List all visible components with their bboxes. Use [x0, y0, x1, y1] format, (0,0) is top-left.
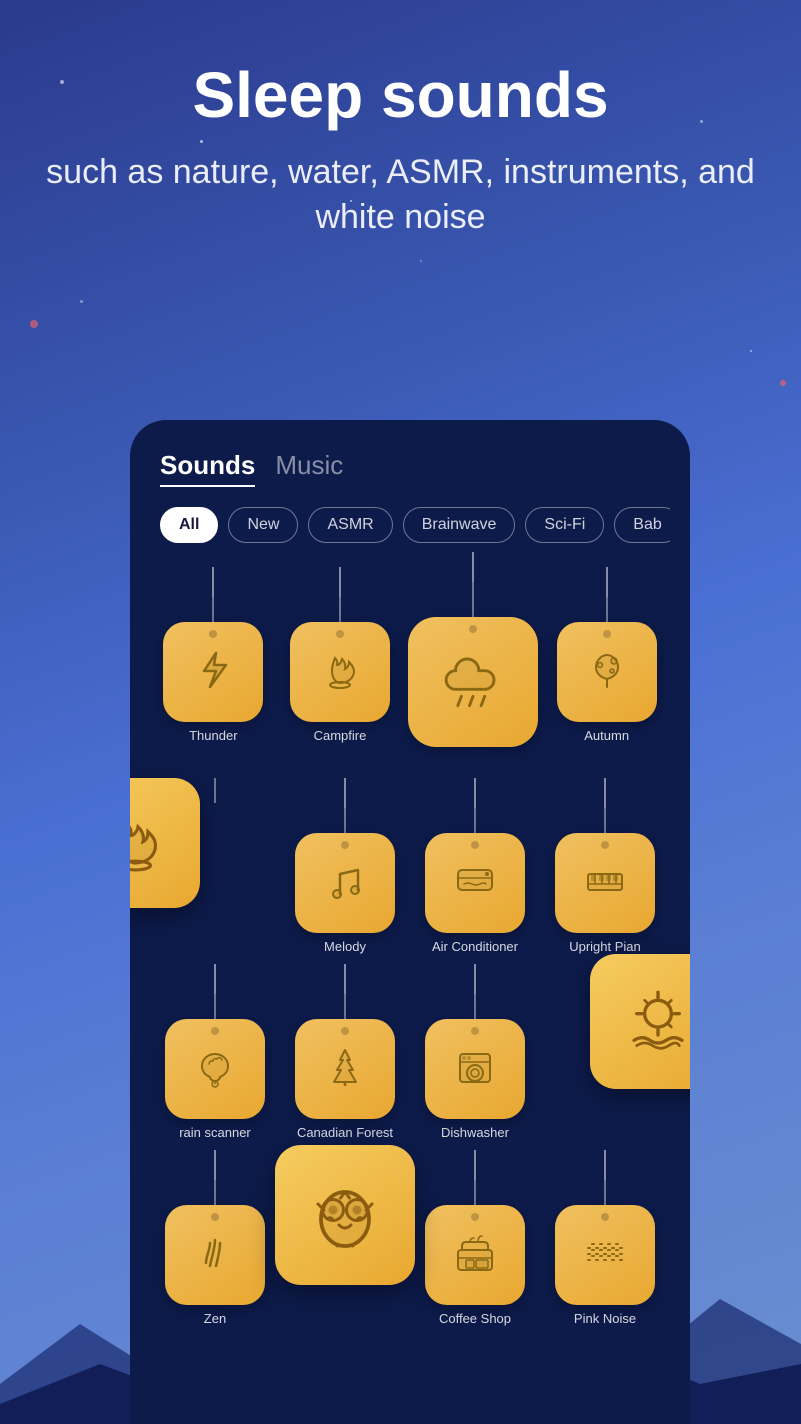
sound-pinknoise[interactable]: Pink Noise [545, 1150, 665, 1326]
sound-tile-airconditioner [425, 833, 525, 933]
sound-label-autumn: Autumn [584, 728, 629, 743]
coffeeshop-icon [450, 1228, 500, 1283]
sound-uprightpiano[interactable]: Upright Pian [545, 778, 665, 954]
sound-label-forest: Canadian Forest [297, 1125, 393, 1140]
sound-melody[interactable]: Melody [285, 778, 405, 954]
tab-music[interactable]: Music [275, 450, 343, 487]
sound-tile-piano [555, 833, 655, 933]
sound-label-melody: Melody [324, 939, 366, 954]
sound-airconditioner[interactable]: Air Conditioner [415, 778, 535, 954]
sound-label-brainscanner: rain scanner [179, 1125, 251, 1140]
sound-label-dishwasher: Dishwasher [441, 1125, 509, 1140]
sound-label-piano: Upright Pian [569, 939, 641, 954]
melody-icon [320, 856, 370, 911]
sound-autumn[interactable]: Autumn [548, 567, 665, 768]
sound-label-thunder: Thunder [189, 728, 237, 743]
pinknoise-icon [580, 1228, 630, 1283]
forest-icon [320, 1042, 370, 1097]
decor-dot [30, 320, 38, 328]
sound-thunder[interactable]: Thunder [155, 567, 272, 768]
main-title: Sleep sounds [40, 60, 761, 130]
filter-bar: All New ASMR Brainwave Sci-Fi Bab [150, 507, 670, 543]
filter-bab[interactable]: Bab [614, 507, 670, 543]
sound-campfire-popout[interactable] [155, 778, 275, 954]
sound-label-pinknoise: Pink Noise [574, 1311, 636, 1326]
sound-tile-melody [295, 833, 395, 933]
sound-canadianforest[interactable]: Canadian Forest [285, 964, 405, 1140]
owl-icon [300, 1168, 390, 1263]
filter-scifi[interactable]: Sci-Fi [525, 507, 604, 543]
filter-brainwave[interactable]: Brainwave [403, 507, 516, 543]
phone-mockup: Sounds Music All New ASMR Brainwave Sci-… [130, 420, 690, 1424]
tab-bar: Sounds Music [150, 450, 670, 487]
sound-tile-forest [295, 1019, 395, 1119]
dishwasher-icon [450, 1042, 500, 1097]
sound-tile-brainscanner [165, 1019, 265, 1119]
sound-tile-campfire [290, 622, 390, 722]
sound-tile-dishwasher [425, 1019, 525, 1119]
brainscanner-icon [190, 1042, 240, 1097]
campfire-icon [315, 645, 365, 700]
rain-icon [438, 645, 508, 720]
sound-tile-coffeeshop [425, 1205, 525, 1305]
sound-rain[interactable] [408, 552, 538, 753]
sound-tile-ocean [590, 954, 690, 1089]
sound-tile-thunder [163, 622, 263, 722]
sound-label-airconditioner: Air Conditioner [432, 939, 518, 954]
sound-ocean-popout[interactable] [545, 964, 665, 1140]
zen-icon [190, 1228, 240, 1283]
ocean-icon [618, 979, 691, 1064]
piano-icon [580, 856, 630, 911]
sound-brainscanner[interactable]: rain scanner [155, 964, 275, 1140]
autumn-icon [582, 645, 632, 700]
sound-dishwasher[interactable]: Dishwasher [415, 964, 535, 1140]
sound-owl-popout[interactable] [285, 1150, 405, 1326]
sound-tile-zen [165, 1205, 265, 1305]
sound-tile-campfire-popout [130, 778, 200, 908]
campfire-popout-icon [130, 803, 173, 883]
tab-sounds[interactable]: Sounds [160, 450, 255, 487]
sound-label-zen: Zen [204, 1311, 226, 1326]
sound-label-coffeeshop: Coffee Shop [439, 1311, 511, 1326]
filter-asmr[interactable]: ASMR [308, 507, 392, 543]
filter-new[interactable]: New [228, 507, 298, 543]
sound-tile-owl [275, 1145, 415, 1285]
sound-campfire[interactable]: Campfire [282, 567, 399, 768]
main-subtitle: such as nature, water, ASMR, instruments… [40, 150, 761, 238]
thunder-icon [188, 645, 238, 700]
sound-coffeeshop[interactable]: Coffee Shop [415, 1150, 535, 1326]
sound-tile-pinknoise [555, 1205, 655, 1305]
sound-tile-autumn [557, 622, 657, 722]
header: Sleep sounds such as nature, water, ASMR… [0, 60, 801, 239]
sound-tile-rain [408, 617, 538, 747]
filter-all[interactable]: All [160, 507, 218, 543]
airconditioner-icon [450, 856, 500, 911]
sound-zen[interactable]: Zen [155, 1150, 275, 1326]
decor-dot [780, 380, 786, 386]
sound-label-campfire: Campfire [314, 728, 367, 743]
